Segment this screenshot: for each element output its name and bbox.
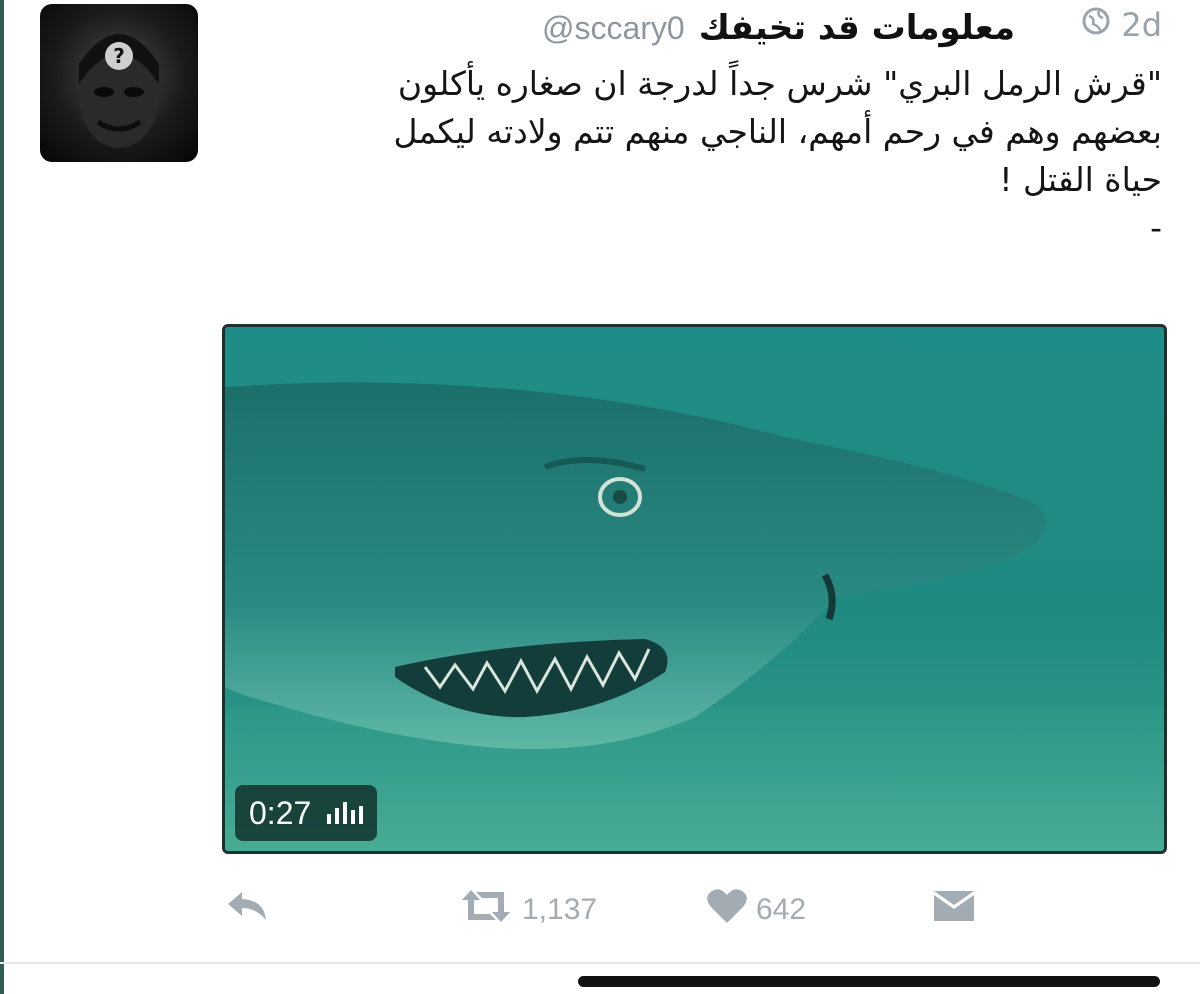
tweet-line: - [1150, 208, 1162, 247]
tweet-line: "قرش الرمل البري" شرس جداً لدرجة ان صغار… [397, 64, 1162, 103]
heart-icon [706, 887, 748, 933]
retweet-button[interactable]: 1,137 [458, 880, 597, 940]
video-duration-badge: 0:27 [235, 785, 378, 841]
timestamp: 2d [1081, 6, 1162, 44]
like-count: 642 [756, 893, 807, 926]
user-handle[interactable]: @sccary0 [542, 10, 685, 47]
display-name[interactable]: معلومات قد تخيفك [699, 8, 1015, 48]
tweet-time: 2d [1121, 6, 1162, 44]
tweet-divider [0, 962, 1200, 964]
tweet-text: "قرش الرمل البري" شرس جداً لدرجة ان صغار… [250, 60, 1162, 252]
video-duration: 0:27 [249, 794, 312, 831]
tweet-header: @sccary0 معلومات قد تخيفك [230, 4, 1015, 52]
message-button[interactable] [932, 880, 976, 940]
retweet-icon [458, 886, 514, 934]
globe-icon [1081, 6, 1111, 44]
shark-video-frame [225, 382, 1164, 851]
tweet-line: بعضهم وهم في رحم أمهم، الناجي منهم تتم و… [393, 112, 1162, 151]
audio-bars-icon [327, 802, 364, 824]
video-player[interactable]: 0:27 [222, 324, 1167, 854]
avatar[interactable]: ? [40, 4, 198, 162]
tweet-actions: 1,137 642 [222, 880, 982, 940]
envelope-icon [932, 889, 976, 931]
tweet-screen: ? @sccary0 معلومات قد تخيفك 2d "قرش الرم… [0, 0, 1200, 994]
home-indicator[interactable] [578, 976, 1160, 987]
like-button[interactable]: 642 [706, 880, 806, 940]
tweet-line: حياة القتل ! [999, 160, 1162, 199]
reply-button[interactable] [224, 880, 270, 940]
left-edge-rule [0, 0, 4, 994]
retweet-count: 1,137 [522, 893, 598, 926]
svg-text:?: ? [113, 44, 125, 68]
reply-icon [224, 886, 270, 934]
